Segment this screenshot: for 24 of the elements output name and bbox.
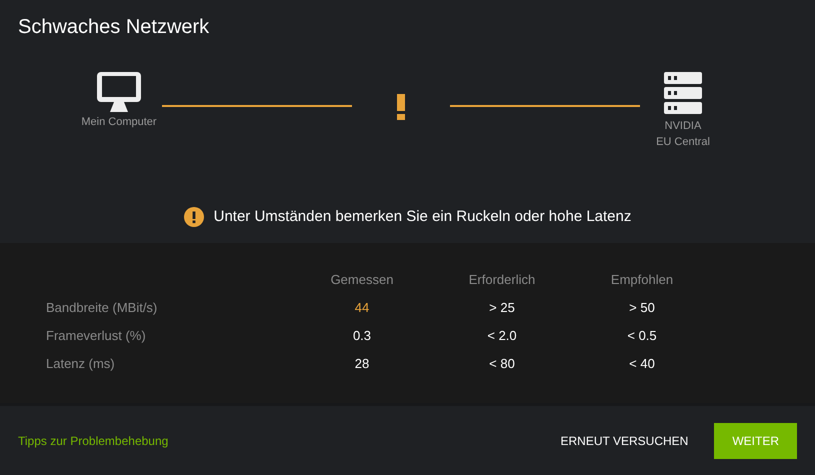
table-cell-text: > 50: [628, 300, 656, 314]
warning-message: Unter Umständen bemerken Sie ein Ruckeln oder hohe Latenz: [214, 208, 632, 225]
column-header: Erforderlich: [468, 272, 536, 286]
row-label: Latenz (ms): [46, 356, 116, 370]
troubleshooting-link[interactable]: Tipps zur Problembehebung: [18, 434, 168, 448]
table-cell-text: 0.3: [352, 328, 372, 342]
row-label: Bandbreite (MBit/s): [46, 300, 158, 314]
table-cell-text: 44: [354, 300, 370, 314]
node-label: Mein Computer: [81, 115, 157, 130]
row-label: Frameverlust (%): [46, 328, 147, 342]
retry-button[interactable]: ERNEUT VERSUCHEN: [544, 422, 704, 458]
node-label: NVIDIA EU Central: [656, 119, 710, 150]
table-cell-text: < 0.5: [626, 328, 658, 342]
server-icon: [664, 72, 702, 116]
dialog-title: Schwaches Netzwerk: [17, 15, 210, 40]
monitor-icon: [97, 72, 141, 112]
warning-icon: [184, 206, 204, 226]
column-header: Empfohlen: [610, 272, 674, 286]
table-cell-text: < 2.0: [486, 328, 518, 342]
table-cell-text: < 80: [488, 356, 516, 370]
table-cell-text: 28: [354, 356, 370, 370]
table-cell-text: > 25: [488, 300, 516, 314]
table-cell-text: < 40: [628, 356, 656, 370]
column-header: Gemessen: [330, 272, 394, 286]
